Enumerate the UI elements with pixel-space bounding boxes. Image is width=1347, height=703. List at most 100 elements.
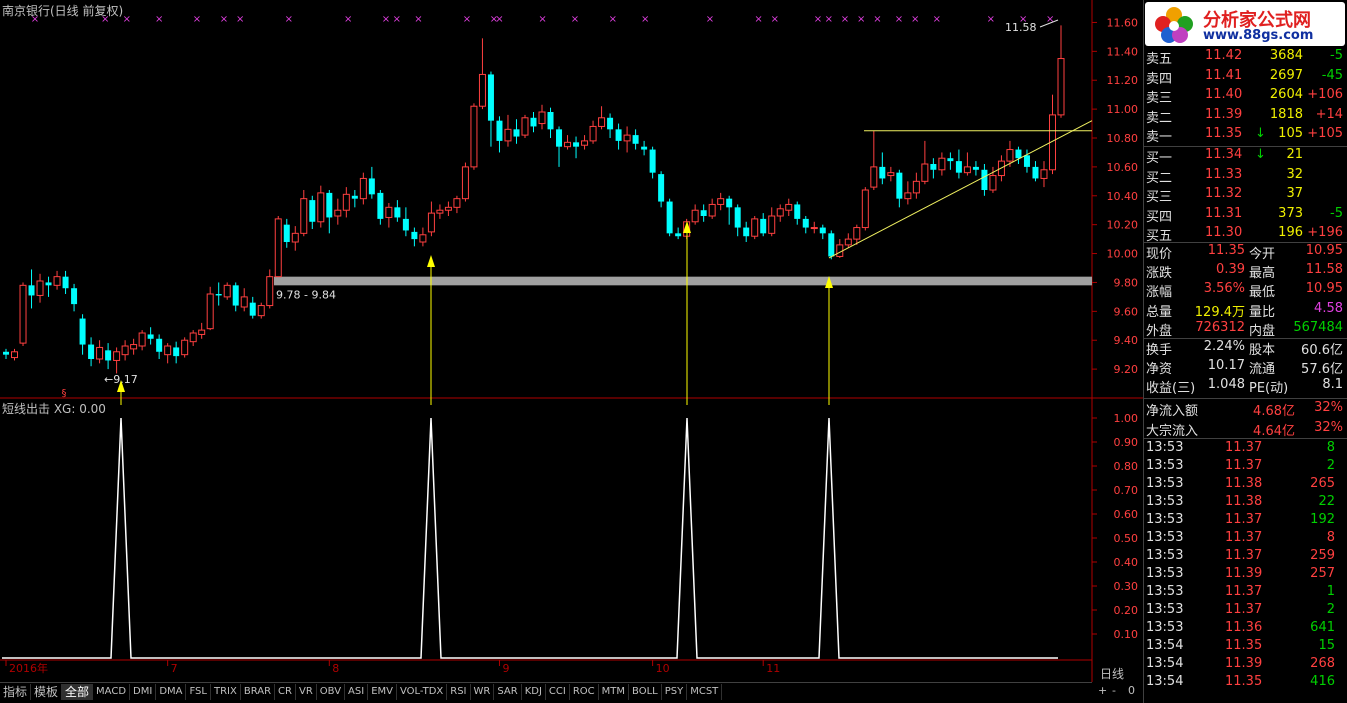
- tick-volume: 15: [1318, 638, 1335, 653]
- candle-body: [743, 227, 750, 237]
- candle-body: [828, 233, 835, 257]
- tick-row: 13:53 11.37 2: [1145, 458, 1345, 477]
- tab-kdj[interactable]: KDJ: [522, 683, 546, 700]
- period-label[interactable]: 日线: [1100, 665, 1124, 682]
- tab-indicator[interactable]: 指标: [0, 683, 32, 700]
- logo-url-text: www.88gs.com: [1203, 28, 1314, 43]
- tick-row: 13:53 11.36 641: [1145, 620, 1345, 639]
- tab-trix[interactable]: TRIX: [211, 683, 241, 700]
- candle-body: [658, 174, 665, 202]
- candle-body: [547, 112, 554, 130]
- signal-marker: ×: [841, 14, 849, 25]
- tab-asi[interactable]: ASI: [345, 683, 369, 700]
- tab-全部[interactable]: 全部: [62, 683, 94, 700]
- tick-row: 13:54 11.35 416: [1145, 674, 1345, 693]
- tab-roc[interactable]: ROC: [570, 683, 599, 700]
- candlestick-chart[interactable]: 11.60 11.40 11.20 11.00 10.80 10.60 10.40 10.20…: [0, 0, 1143, 703]
- tab-boll[interactable]: BOLL: [629, 683, 662, 700]
- chart-area[interactable]: 11.60 11.40 11.20 11.00 10.80 10.60 10.40 10.20…: [0, 0, 1143, 703]
- ask-volume: 105: [1278, 126, 1303, 141]
- candle-body: [62, 276, 69, 289]
- tab-psy[interactable]: PSY: [662, 683, 688, 700]
- tab-dmi[interactable]: DMI: [130, 683, 157, 700]
- zoom-value: 0: [1128, 684, 1135, 697]
- indicator-tick-label: 0.70: [1114, 484, 1139, 497]
- tick-time: 13:53: [1146, 458, 1184, 473]
- candle-body: [470, 105, 478, 168]
- indicator-tick-label: 0.50: [1114, 532, 1139, 545]
- tab-cci[interactable]: CCI: [546, 683, 570, 700]
- stat-row: 总量 129.4万 量比 4.58: [1145, 301, 1345, 320]
- tick-row: 13:53 11.37 8: [1145, 530, 1345, 549]
- ask-volume: 2697: [1269, 67, 1303, 83]
- tick-price: 11.38: [1225, 494, 1263, 509]
- candle-body: [947, 158, 954, 162]
- candle-body: [615, 129, 622, 141]
- flow-value: 4.68亿: [1253, 404, 1295, 419]
- tab-macd[interactable]: MACD: [93, 683, 131, 700]
- tab-brar[interactable]: BRAR: [241, 683, 276, 700]
- candle-body: [649, 149, 656, 173]
- signal-marker: ×: [911, 14, 919, 25]
- tick-price: 11.35: [1225, 674, 1263, 689]
- signal-marker: ×: [825, 14, 833, 25]
- candle-body: [257, 305, 265, 317]
- flow-value: 4.64亿: [1253, 423, 1295, 439]
- trend-line: [828, 120, 1093, 259]
- tick-row: 13:53 11.37 1: [1145, 584, 1345, 603]
- candle-body: [71, 288, 78, 305]
- candle-body: [564, 141, 572, 148]
- tab-vr[interactable]: VR: [296, 683, 317, 700]
- candle-body: [691, 209, 699, 223]
- candle-body: [394, 207, 401, 218]
- stat-value: 8.1: [1322, 377, 1343, 393]
- ask-label: 卖二: [1146, 110, 1173, 126]
- tick-volume: 8: [1326, 530, 1335, 545]
- indicator-tick-label: 0.10: [1114, 628, 1139, 641]
- tab-sar[interactable]: SAR: [494, 683, 522, 700]
- signal-marker: ×: [123, 14, 131, 25]
- stat-value: 3.56%: [1203, 281, 1245, 297]
- ask-change: -45: [1321, 67, 1343, 83]
- zoom-in-button[interactable]: +: [1098, 684, 1107, 697]
- candle-body: [164, 345, 172, 356]
- tab-fsl[interactable]: FSL: [186, 683, 211, 700]
- price-tick-label: 10.00: [1107, 248, 1139, 261]
- tick-price: 11.37: [1225, 584, 1263, 599]
- candle-body: [181, 339, 189, 356]
- tab-dma[interactable]: DMA: [156, 683, 187, 700]
- indicator-tick-label: 1.00: [1114, 412, 1139, 425]
- candle-body: [11, 351, 19, 359]
- signal-arrow-head: [427, 255, 435, 267]
- tab-emv[interactable]: EMV: [368, 683, 397, 700]
- candle-body: [419, 234, 427, 243]
- tab-wr[interactable]: WR: [471, 683, 495, 700]
- ask-row: 卖一 11.35 ↓ 105 +105: [1145, 126, 1345, 145]
- tab-rsi[interactable]: RSI: [447, 683, 471, 700]
- tab-mtm[interactable]: MTM: [599, 683, 630, 700]
- candle-body: [879, 166, 886, 179]
- bid-volume: 32: [1286, 166, 1303, 182]
- candle-body: [538, 111, 546, 125]
- candle-body: [198, 329, 206, 335]
- flow-label: 净流入额: [1146, 404, 1199, 419]
- indicator-tick-label: 0.80: [1114, 460, 1139, 473]
- candle-body: [274, 218, 282, 278]
- tab-vol-tdx[interactable]: VOL-TDX: [397, 683, 448, 700]
- candle-body: [504, 128, 512, 142]
- candle-body: [768, 215, 776, 234]
- candle-body: [844, 238, 852, 246]
- tab-cr[interactable]: CR: [275, 683, 296, 700]
- price-tick-label: 11.40: [1107, 45, 1139, 58]
- stat-row: 外盘 726312 内盘 567484: [1145, 320, 1345, 339]
- candle-body: [1032, 166, 1039, 179]
- tick-time: 13:53: [1146, 440, 1184, 455]
- signal-marker: ×: [706, 14, 714, 25]
- tab-obv[interactable]: OBV: [317, 683, 346, 700]
- tab-template[interactable]: 模板: [31, 683, 63, 700]
- zoom-out-button[interactable]: -: [1112, 684, 1116, 697]
- candle-body: [487, 74, 494, 121]
- bid-label: 买一: [1146, 151, 1173, 166]
- tab-mcst[interactable]: MCST: [687, 683, 723, 700]
- ask-row: 卖五 11.42 3684 -5: [1145, 48, 1345, 67]
